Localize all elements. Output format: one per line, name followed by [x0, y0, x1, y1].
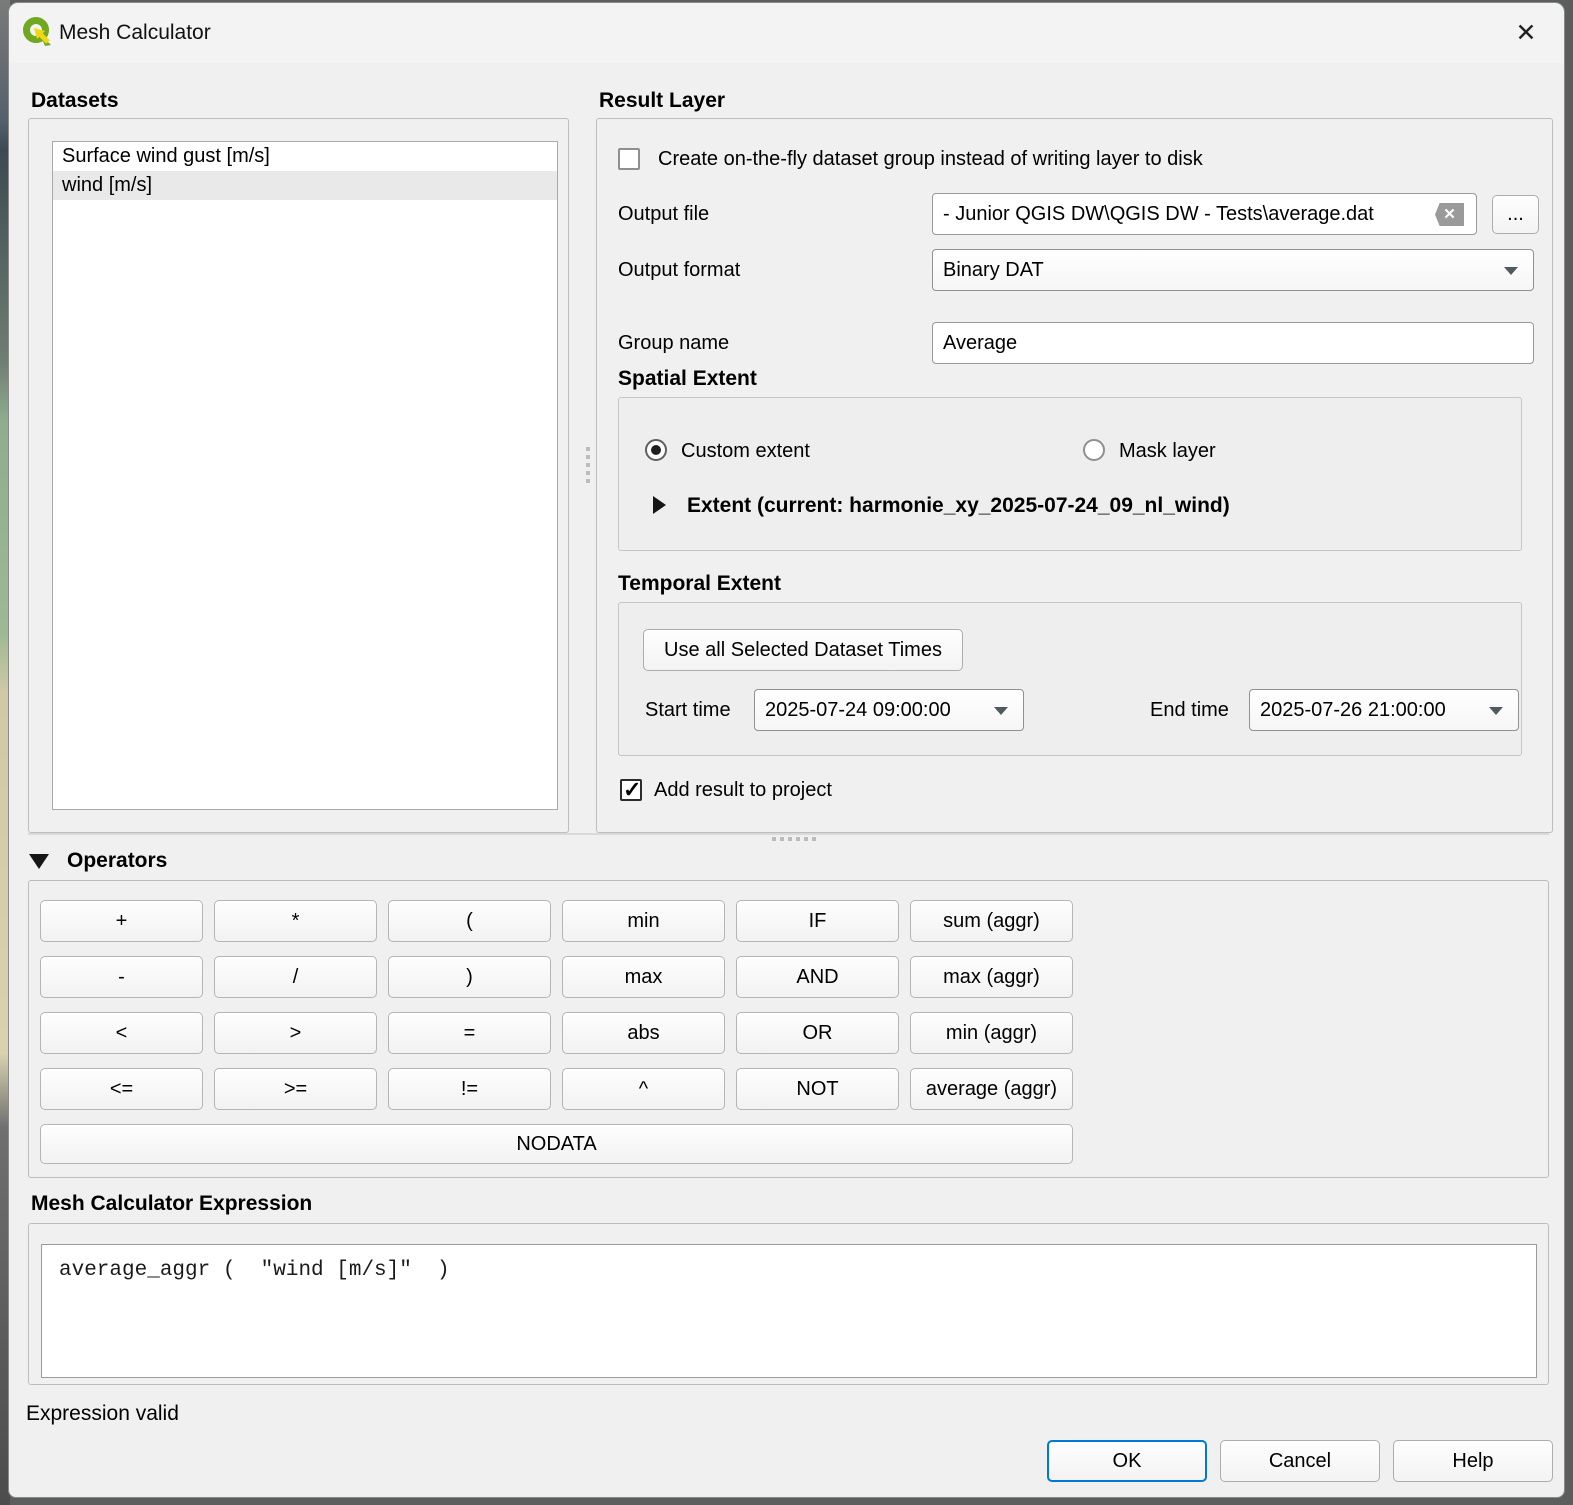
operator-button[interactable]: =: [388, 1012, 551, 1054]
operator-button[interactable]: min (aggr): [910, 1012, 1073, 1054]
operator-button[interactable]: NOT: [736, 1068, 899, 1110]
operator-button[interactable]: +: [40, 900, 203, 942]
operator-button[interactable]: average (aggr): [910, 1068, 1073, 1110]
chevron-down-icon: [1504, 267, 1518, 275]
operator-button-nodata[interactable]: NODATA: [40, 1124, 1073, 1164]
output-file-input[interactable]: - Junior QGIS DW\QGIS DW - Tests\average…: [932, 193, 1477, 235]
qgis-logo-icon: [21, 16, 55, 50]
operator-button[interactable]: !=: [388, 1068, 551, 1110]
operators-panel: +*(minIFsum (aggr)-/)maxANDmax (aggr)<>=…: [28, 880, 1549, 1178]
panel-splitter-handle[interactable]: [586, 447, 590, 483]
operator-button[interactable]: <=: [40, 1068, 203, 1110]
close-icon[interactable]: ✕: [1502, 13, 1550, 53]
end-time-label: End time: [1150, 699, 1229, 722]
expression-textarea[interactable]: average_aggr ( "wind [m/s]" ): [41, 1244, 1537, 1378]
operator-button[interactable]: abs: [562, 1012, 725, 1054]
result-layer-label: Result Layer: [599, 89, 725, 113]
expand-extent-icon[interactable]: [653, 496, 666, 514]
datasets-label: Datasets: [31, 89, 119, 113]
spatial-extent-title: Spatial Extent: [618, 367, 757, 391]
list-item[interactable]: wind [m/s]: [53, 171, 557, 200]
mesh-calculator-dialog: Mesh Calculator ✕ Datasets Result Layer …: [8, 2, 1565, 1498]
expression-title: Mesh Calculator Expression: [31, 1192, 312, 1216]
add-result-label: Add result to project: [654, 779, 832, 802]
start-time-label: Start time: [645, 699, 731, 722]
title-bar[interactable]: Mesh Calculator ✕: [9, 3, 1564, 63]
spatial-extent-box: Custom extent Mask layer Extent (current…: [618, 397, 1522, 551]
operator-button[interactable]: >=: [214, 1068, 377, 1110]
start-time-select[interactable]: 2025-07-24 09:00:00: [754, 689, 1024, 731]
create-on-the-fly-label: Create on-the-fly dataset group instead …: [658, 148, 1203, 171]
operator-button[interactable]: *: [214, 900, 377, 942]
browse-button[interactable]: ...: [1492, 195, 1539, 234]
start-time-value: 2025-07-24 09:00:00: [765, 699, 951, 721]
group-name-label: Group name: [618, 332, 729, 355]
add-result-checkbox[interactable]: [620, 779, 642, 801]
output-file-label: Output file: [618, 203, 709, 226]
ok-button[interactable]: OK: [1047, 1440, 1207, 1482]
operator-button[interactable]: sum (aggr): [910, 900, 1073, 942]
datasets-panel: Surface wind gust [m/s]wind [m/s]: [28, 118, 569, 833]
horizontal-splitter[interactable]: [28, 833, 1549, 835]
output-file-value: - Junior QGIS DW\QGIS DW - Tests\average…: [943, 203, 1374, 225]
operator-button[interactable]: >: [214, 1012, 377, 1054]
horizontal-splitter-handle[interactable]: [772, 837, 816, 841]
help-button[interactable]: Help: [1393, 1440, 1553, 1482]
create-on-the-fly-checkbox[interactable]: [618, 148, 640, 170]
operators-title[interactable]: Operators: [67, 849, 167, 873]
output-format-select[interactable]: Binary DAT: [932, 249, 1534, 291]
operators-grid: +*(minIFsum (aggr)-/)maxANDmax (aggr)<>=…: [40, 900, 1073, 1124]
custom-extent-radio[interactable]: [645, 439, 667, 461]
end-time-select[interactable]: 2025-07-26 21:00:00: [1249, 689, 1519, 731]
output-format-label: Output format: [618, 259, 740, 282]
extent-current-label[interactable]: Extent (current: harmonie_xy_2025-07-24_…: [687, 494, 1230, 518]
operator-button[interactable]: <: [40, 1012, 203, 1054]
expression-status: Expression valid: [26, 1402, 179, 1426]
operator-button[interactable]: max: [562, 956, 725, 998]
window-title: Mesh Calculator: [59, 21, 211, 45]
clear-text-icon[interactable]: ✕: [1435, 203, 1464, 226]
operator-button[interactable]: min: [562, 900, 725, 942]
operator-button[interactable]: IF: [736, 900, 899, 942]
custom-extent-label: Custom extent: [681, 440, 810, 463]
list-item[interactable]: Surface wind gust [m/s]: [53, 142, 557, 171]
use-all-dataset-times-button[interactable]: Use all Selected Dataset Times: [643, 629, 963, 671]
mask-layer-radio[interactable]: [1083, 439, 1105, 461]
collapse-operators-icon[interactable]: [29, 854, 49, 869]
mask-layer-label: Mask layer: [1119, 440, 1216, 463]
temporal-extent-title: Temporal Extent: [618, 572, 781, 596]
operator-button[interactable]: /: [214, 956, 377, 998]
operator-button[interactable]: max (aggr): [910, 956, 1073, 998]
operator-button[interactable]: OR: [736, 1012, 899, 1054]
operator-button[interactable]: (: [388, 900, 551, 942]
chevron-down-icon: [994, 707, 1008, 715]
group-name-input[interactable]: Average: [932, 322, 1534, 364]
output-format-value: Binary DAT: [943, 259, 1044, 281]
operator-button[interactable]: -: [40, 956, 203, 998]
operator-button[interactable]: AND: [736, 956, 899, 998]
chevron-down-icon: [1489, 707, 1503, 715]
datasets-list[interactable]: Surface wind gust [m/s]wind [m/s]: [52, 141, 558, 810]
result-layer-panel: Create on-the-fly dataset group instead …: [596, 118, 1553, 833]
group-name-value: Average: [943, 332, 1017, 354]
cancel-button[interactable]: Cancel: [1220, 1440, 1380, 1482]
operator-button[interactable]: ): [388, 956, 551, 998]
expression-panel: average_aggr ( "wind [m/s]" ): [28, 1223, 1549, 1385]
operator-button[interactable]: ^: [562, 1068, 725, 1110]
temporal-extent-box: Use all Selected Dataset Times Start tim…: [618, 602, 1522, 756]
end-time-value: 2025-07-26 21:00:00: [1260, 699, 1446, 721]
